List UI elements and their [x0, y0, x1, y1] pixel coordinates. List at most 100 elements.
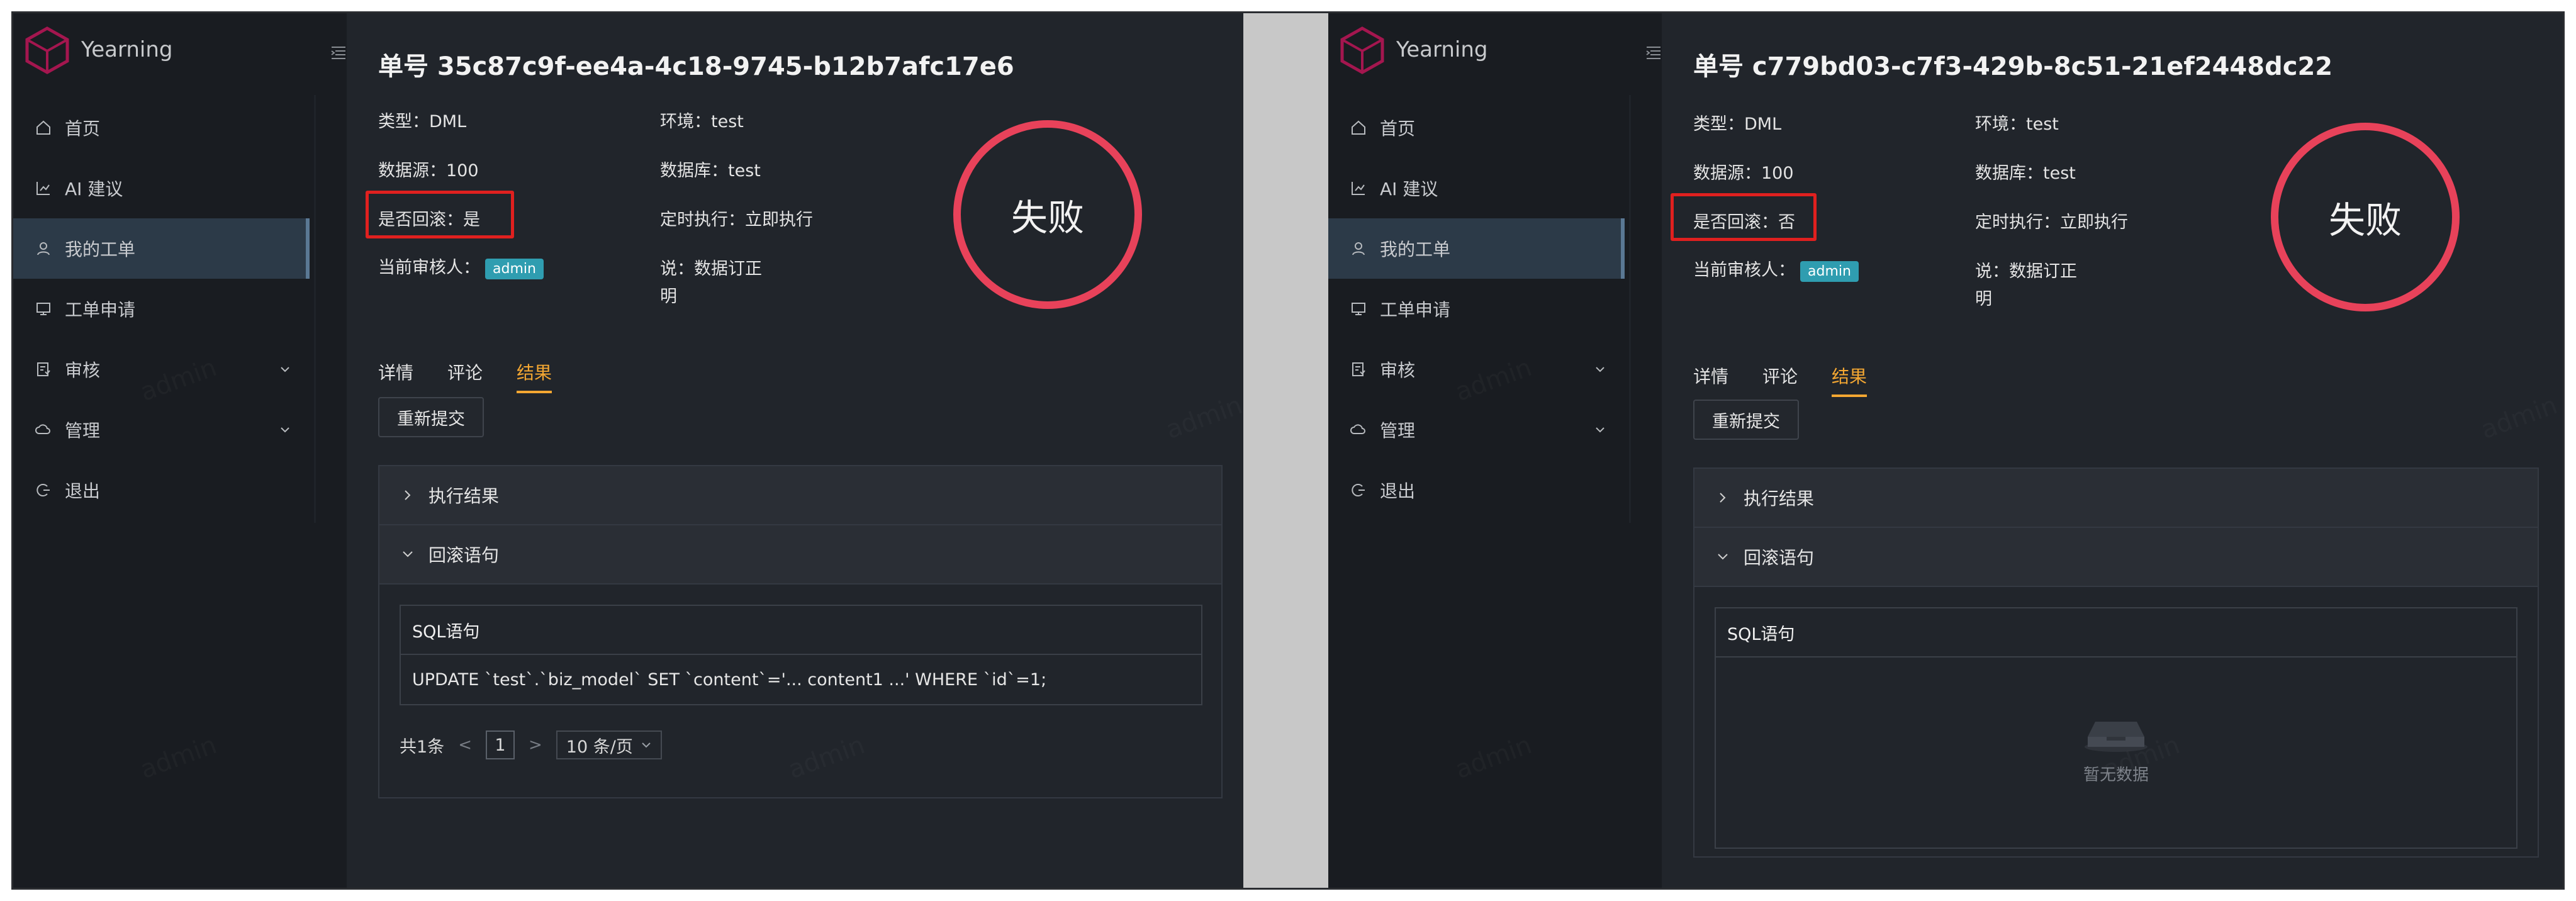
tab-comment[interactable]: 评论: [447, 359, 483, 393]
chevron-down-icon: [281, 367, 289, 372]
empty-text: 暂无数据: [2083, 766, 2149, 785]
sidebar-item-apply[interactable]: 工单申请: [1328, 279, 1662, 339]
app-logo[interactable]: Yearning: [22, 25, 173, 75]
field-type: 类型：DML: [1693, 115, 1782, 134]
sidebar-item-my-orders[interactable]: 我的工单: [1328, 218, 1625, 279]
field-database: 数据库：test: [660, 161, 761, 181]
sidebar-item-manage[interactable]: 管理: [1328, 400, 1662, 460]
chevron-down-icon: [403, 551, 413, 557]
sidebar: Yearning 首页 AI 建议 我的工单 工单申请 审核 管理 退出: [13, 13, 347, 888]
table-header-sql: SQL语句: [1716, 608, 2516, 658]
sidebar-item-label: 审核: [1380, 360, 1416, 381]
audit-icon: [1352, 362, 1365, 376]
sidebar-item-label: 管理: [1380, 420, 1416, 441]
cube-logo-icon: [1340, 26, 1384, 74]
sidebar-item-logout[interactable]: 退出: [13, 460, 347, 520]
sidebar-item-manage[interactable]: 管理: [13, 400, 347, 460]
sidebar-item-logout[interactable]: 退出: [1328, 460, 1662, 520]
collapse-exec-result[interactable]: 执行结果: [1694, 469, 2538, 528]
menu-fold-icon[interactable]: [1645, 45, 1662, 61]
collapse-label: 回滚语句: [1744, 547, 1815, 568]
pager-page-1[interactable]: 1: [485, 730, 515, 759]
collapse-label: 执行结果: [428, 486, 500, 506]
table-row: UPDATE `test`.`biz_model` SET `content`=…: [412, 669, 1047, 690]
watermark: admin: [137, 730, 221, 785]
sidebar-item-home[interactable]: 首页: [13, 98, 347, 158]
page-size-value: 10 条/页: [566, 737, 633, 757]
sidebar-item-label: AI 建议: [1380, 179, 1438, 199]
result-collapse: 执行结果 回滚语句 SQL语句 UPDATE `test`.`biz_model…: [378, 465, 1223, 798]
user-icon: [37, 242, 50, 255]
panel-rollback-yes: Yearning 首页 AI 建议 我的工单 工单申请 审核 管理 退出 单号 …: [13, 13, 1243, 888]
rollback-highlight-box: [1671, 193, 1817, 241]
app-name: Yearning: [1396, 37, 1488, 62]
sidebar-item-ai[interactable]: AI 建议: [1328, 158, 1662, 218]
chevron-right-icon: [405, 490, 411, 500]
pager-next-button[interactable]: >: [529, 736, 542, 754]
field-env: 环境：test: [1975, 115, 2059, 134]
watermark: admin: [2477, 391, 2562, 445]
field-database: 数据库：test: [1975, 164, 2076, 183]
tab-comment[interactable]: 评论: [1762, 363, 1798, 397]
chevron-down-icon: [1596, 367, 1604, 372]
page-size-select[interactable]: 10 条/页: [556, 730, 662, 759]
collapse-exec-result[interactable]: 执行结果: [379, 466, 1221, 525]
sidebar-item-label: 退出: [65, 481, 101, 501]
watermark: admin: [1162, 391, 1243, 445]
audit-icon: [37, 362, 50, 376]
logout-icon: [1352, 484, 1365, 496]
reviewer-label: 当前审核人：: [1693, 260, 1795, 280]
app-name: Yearning: [81, 37, 173, 62]
sidebar-item-label: 退出: [1380, 481, 1416, 501]
collapse-rollback-sql[interactable]: 回滚语句: [1694, 528, 2538, 587]
field-schedule: 定时执行：立即执行: [660, 210, 813, 230]
collapse-label: 执行结果: [1744, 488, 1815, 509]
field-reviewer: 当前审核人： admin: [378, 254, 544, 279]
tab-detail[interactable]: 详情: [1693, 363, 1728, 397]
sidebar-item-apply[interactable]: 工单申请: [13, 279, 347, 339]
sidebar-nav: 首页 AI 建议 我的工单 工单申请 审核 管理 退出: [1328, 98, 1662, 520]
chevron-down-icon: [281, 427, 289, 433]
collapse-rollback-sql[interactable]: 回滚语句: [379, 525, 1221, 585]
resubmit-button[interactable]: 重新提交: [378, 397, 484, 437]
tab-detail[interactable]: 详情: [378, 359, 413, 393]
sidebar-item-label: 我的工单: [1380, 239, 1451, 260]
table-header-sql: SQL语句: [401, 606, 1201, 655]
sidebar-item-label: 首页: [65, 118, 101, 139]
field-desc-cont: 明: [1975, 289, 1992, 309]
watermark: admin: [1452, 730, 1536, 785]
field-source: 数据源：100: [378, 161, 479, 181]
chevron-down-icon: [642, 742, 651, 748]
user-icon: [1352, 242, 1365, 255]
tab-result[interactable]: 结果: [1832, 363, 1868, 397]
field-reviewer: 当前审核人： admin: [1693, 256, 1859, 282]
sidebar-item-label: 首页: [1380, 118, 1416, 139]
field-env: 环境：test: [660, 112, 744, 132]
order-detail: 单号 35c87c9f-ee4a-4c18-9745-b12b7afc17e6 …: [347, 13, 1243, 888]
field-schedule: 定时执行：立即执行: [1975, 213, 2128, 232]
sidebar-item-audit[interactable]: 审核: [1328, 339, 1662, 400]
screenshot-frame: Yearning 首页 AI 建议 我的工单 工单申请 审核 管理 退出 单号 …: [11, 11, 2565, 890]
sidebar-item-my-orders[interactable]: 我的工单: [13, 218, 310, 279]
tab-result[interactable]: 结果: [517, 359, 552, 393]
sidebar-item-home[interactable]: 首页: [1328, 98, 1662, 158]
empty-state: 暂无数据: [1716, 709, 2516, 785]
reviewer-badge: admin: [485, 259, 544, 279]
pager-total: 共1条: [400, 737, 445, 757]
pager-prev-button[interactable]: <: [458, 736, 472, 754]
cube-logo-icon: [25, 26, 69, 74]
sidebar-item-ai[interactable]: AI 建议: [13, 158, 347, 218]
cloud-icon: [1350, 424, 1365, 434]
sql-table: SQL语句 暂无数据: [1715, 607, 2517, 849]
resubmit-button[interactable]: 重新提交: [1693, 400, 1799, 440]
sidebar-item-label: AI 建议: [65, 179, 123, 199]
sidebar-item-audit[interactable]: 审核: [13, 339, 347, 400]
status-stamp: 失败: [953, 120, 1142, 309]
page-title: 单号 35c87c9f-ee4a-4c18-9745-b12b7afc17e6: [378, 52, 1014, 81]
home-icon: [1352, 120, 1365, 135]
chart-icon: [36, 182, 50, 195]
field-desc: 说：数据订正: [660, 259, 762, 279]
sidebar-item-label: 管理: [65, 420, 101, 441]
menu-fold-icon[interactable]: [330, 45, 347, 61]
app-logo[interactable]: Yearning: [1337, 25, 1488, 75]
